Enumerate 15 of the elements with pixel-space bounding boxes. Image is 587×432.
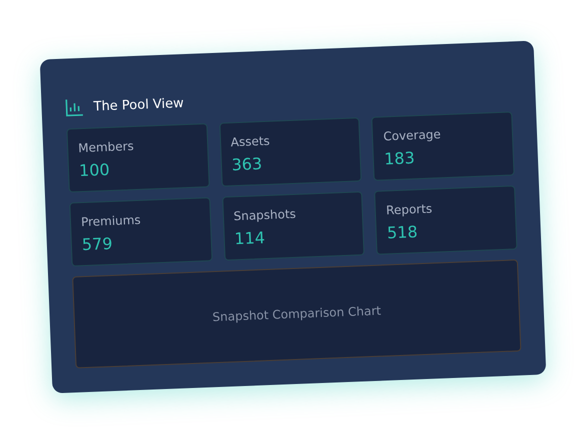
stat-label: Coverage [383, 127, 442, 144]
stat-label: Assets [230, 134, 270, 150]
stat-value: 183 [384, 148, 416, 168]
chart-placeholder-text: Snapshot Comparison Chart [212, 304, 382, 324]
stat-label: Members [78, 139, 134, 156]
bar-chart-icon [65, 98, 84, 117]
stat-label: Snapshots [233, 206, 296, 224]
stat-value: 579 [82, 234, 113, 254]
stat-value: 114 [234, 228, 266, 248]
panel-title: The Pool View [93, 96, 184, 114]
stat-label: Reports [386, 202, 432, 218]
stat-value: 518 [386, 222, 418, 242]
stat-value: 100 [78, 160, 110, 180]
stat-value: 363 [231, 154, 262, 174]
stat-label: Premiums [80, 212, 141, 230]
